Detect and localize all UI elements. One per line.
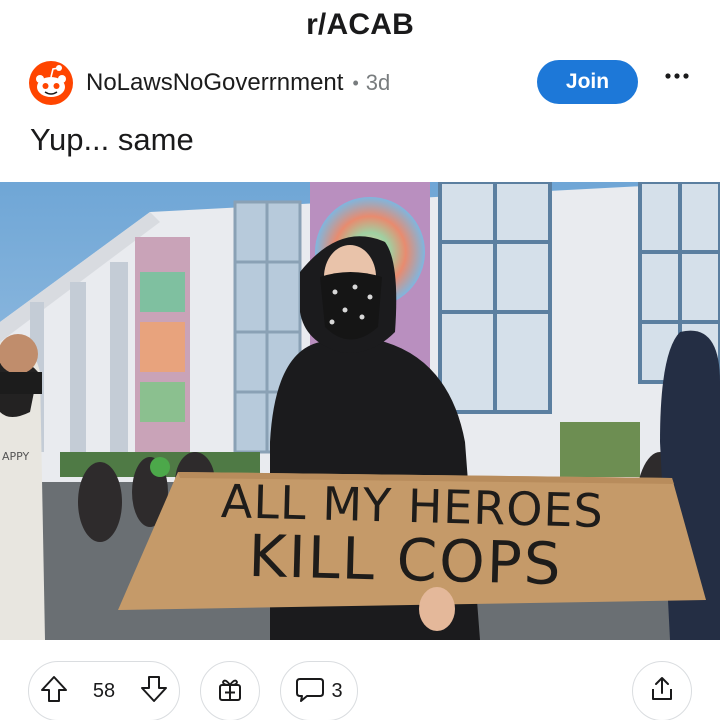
upvote-icon[interactable]	[39, 674, 69, 709]
downvote-icon[interactable]	[139, 674, 169, 709]
post-age: 3d	[365, 70, 391, 95]
subreddit-name[interactable]: r/ACAB	[306, 8, 414, 42]
award-icon	[216, 675, 244, 708]
post-meta: NoLawsNoGoverrnment • 3d Join	[28, 60, 692, 106]
vote-control: 58	[28, 661, 180, 720]
post-image[interactable]: APPY ALL MY HEROES KILL COPS	[0, 182, 720, 640]
share-button[interactable]	[632, 661, 692, 720]
subreddit-header: r/ACAB	[0, 0, 720, 50]
vote-count: 58	[92, 679, 116, 702]
post-actions: 58 3	[28, 660, 692, 720]
join-button[interactable]: Join	[537, 60, 638, 104]
share-icon	[648, 675, 676, 708]
sign-line-2: KILL COPS	[248, 522, 564, 598]
post-title[interactable]: Yup... same	[30, 122, 194, 158]
reddit-avatar-icon[interactable]	[28, 60, 74, 106]
award-button[interactable]	[200, 661, 260, 720]
more-options-icon[interactable]	[662, 64, 692, 88]
comment-count: 3	[331, 679, 343, 702]
comments-button[interactable]: 3	[280, 661, 358, 720]
meta-separator: •	[352, 72, 359, 93]
shirt-text: APPY	[2, 450, 30, 463]
comment-icon	[295, 675, 325, 708]
post-author[interactable]: NoLawsNoGoverrnment	[86, 69, 343, 97]
